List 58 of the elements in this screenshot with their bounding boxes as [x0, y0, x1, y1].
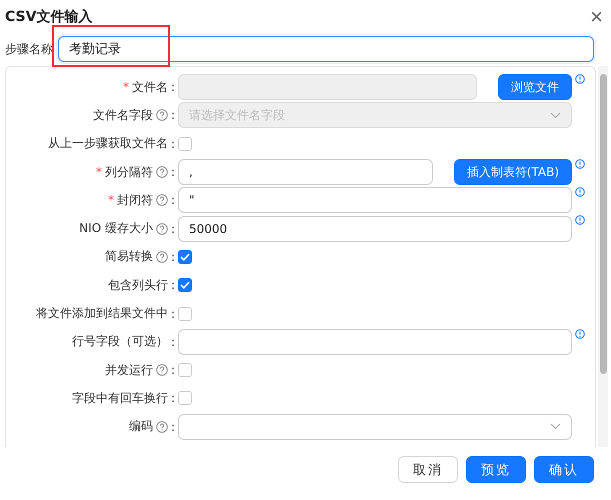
help-icon — [156, 364, 168, 376]
text-field[interactable]: 50000 — [178, 216, 572, 242]
colon: : — [170, 363, 175, 378]
field-label: 文件名字段 — [92, 106, 153, 124]
help-icon — [156, 222, 168, 235]
scrollbar[interactable] — [598, 66, 608, 447]
field-label: 行号字段（可选） — [72, 333, 168, 350]
dialog-title: CSV文件输入 — [5, 8, 92, 26]
close-button[interactable]: × — [590, 6, 603, 28]
colon: : — [170, 136, 175, 151]
help-icon — [156, 194, 168, 206]
dropdown-caret-icon — [550, 423, 561, 430]
colon: : — [170, 420, 175, 434]
required-mark: * — [108, 193, 114, 208]
help-icon — [156, 250, 168, 263]
field-label: NIO 缓存大小 — [79, 220, 153, 238]
field-label: 简易转换 — [104, 248, 153, 266]
colon: : — [170, 80, 175, 94]
required-mark: * — [96, 165, 102, 180]
field-label: 从上一步骤获取文件名 — [48, 135, 168, 152]
field-label: 编码 — [128, 418, 153, 436]
info-icon[interactable] — [575, 328, 585, 339]
step-name-label: 步骤名称 — [5, 40, 54, 58]
field-label: 包含列头行 — [108, 276, 168, 294]
colon: : — [170, 193, 175, 208]
dialog-button[interactable]: 取消 — [398, 456, 458, 483]
colon: : — [170, 108, 175, 122]
select-field[interactable] — [178, 414, 572, 440]
colon: : — [170, 306, 175, 321]
action-button[interactable]: 插入制表符(TAB) — [454, 159, 572, 186]
help-icon — [156, 109, 168, 122]
info-icon[interactable] — [575, 215, 585, 226]
dropdown-caret-icon — [550, 112, 561, 119]
field-label: 列分隔符 — [104, 164, 153, 181]
checkbox[interactable] — [178, 278, 192, 292]
dialog-button[interactable]: 确认 — [534, 456, 594, 483]
required-mark: * — [122, 80, 129, 94]
colon: : — [170, 278, 175, 292]
text-field[interactable]: " — [178, 187, 572, 214]
dialog-button[interactable]: 预览 — [466, 456, 526, 483]
colon: : — [170, 165, 175, 180]
colon: : — [170, 391, 175, 406]
field-label: 封闭符 — [116, 192, 153, 209]
text-field[interactable] — [178, 328, 572, 355]
field-label: 文件名 — [132, 78, 168, 96]
info-icon[interactable] — [575, 187, 585, 198]
info-icon[interactable] — [575, 158, 585, 169]
field-label: 将文件添加到结果文件中 — [36, 305, 168, 322]
checkbox[interactable] — [178, 250, 192, 264]
help-icon — [156, 420, 168, 433]
text-field[interactable]: , — [178, 159, 433, 186]
colon: : — [170, 250, 175, 264]
colon: : — [170, 222, 175, 236]
field-label: 字段中有回车换行 — [72, 390, 168, 407]
step-name-field[interactable]: 考勤记录 — [58, 36, 594, 62]
field-label: 并发运行 — [104, 362, 153, 379]
help-icon — [156, 166, 168, 178]
colon: : — [170, 334, 175, 349]
